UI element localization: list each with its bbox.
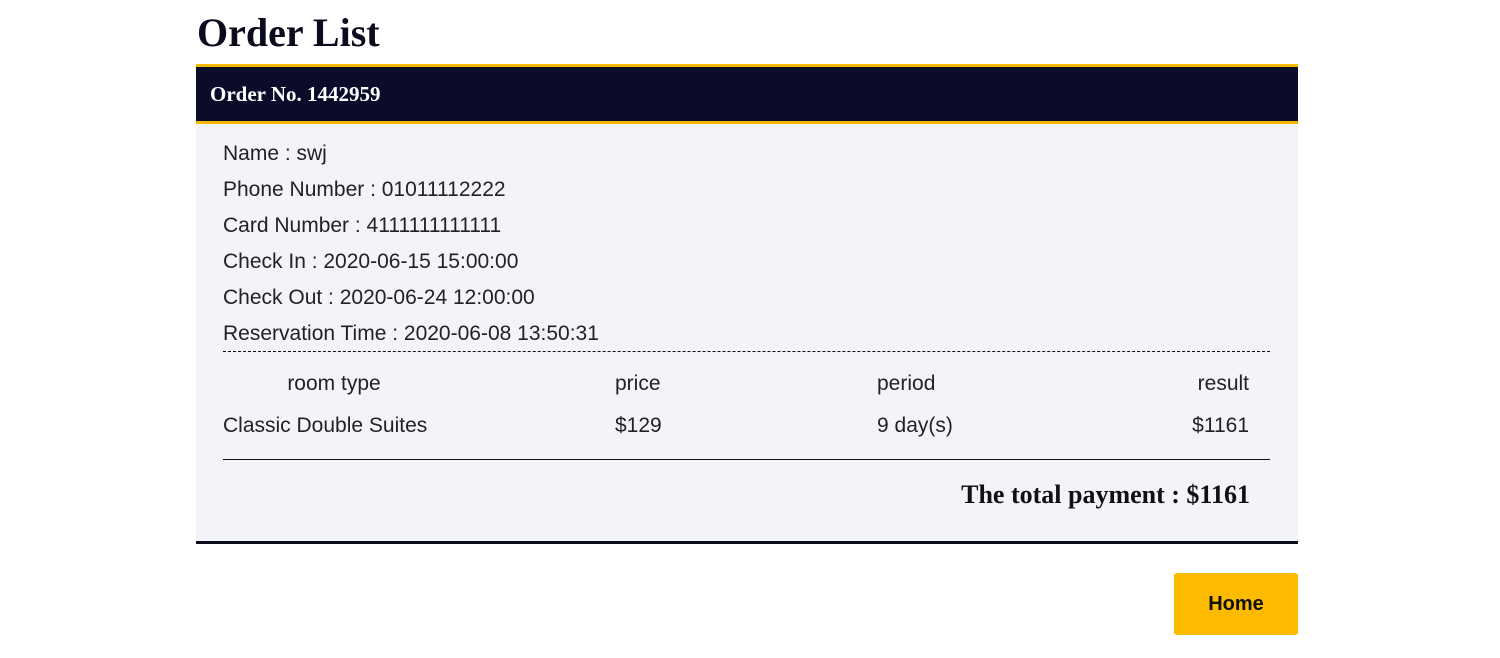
total-payment: The total payment : $1161 — [961, 480, 1250, 509]
header-room-type: room type — [287, 372, 381, 395]
order-items-table: room type price period result Classic Do… — [223, 364, 1249, 448]
dashed-divider — [223, 351, 1270, 352]
page-title: Order List — [197, 10, 380, 55]
order-number: Order No. 1442959 — [210, 82, 381, 106]
solid-divider — [223, 459, 1270, 460]
room-type-cell: Classic Double Suites — [223, 414, 428, 437]
phone-number: Phone Number : 01011112222 — [223, 178, 506, 201]
card-number: Card Number : 4111111111111 — [223, 214, 502, 237]
table-row: Classic Double Suites $129 9 day(s) $116… — [223, 404, 1249, 448]
period-cell: 9 day(s) — [877, 414, 953, 437]
order-card: Order No. 1442959 Name : swj Phone Numbe… — [196, 64, 1298, 544]
price-cell: $129 — [615, 414, 662, 437]
header-price: price — [615, 372, 661, 395]
header-period: period — [877, 372, 936, 395]
table-header-row: room type price period result — [223, 364, 1249, 404]
check-in: Check In : 2020-06-15 15:00:00 — [223, 250, 519, 273]
result-cell: $1161 — [1192, 414, 1249, 437]
order-header: Order No. 1442959 — [196, 64, 1298, 124]
header-result: result — [1197, 372, 1249, 395]
customer-name: Name : swj — [223, 142, 327, 165]
reservation-time: Reservation Time : 2020-06-08 13:50:31 — [223, 322, 599, 345]
order-info-list: Name : swj Phone Number : 01011112222 Ca… — [223, 136, 599, 352]
check-out: Check Out : 2020-06-24 12:00:00 — [223, 286, 535, 309]
home-button[interactable]: Home — [1174, 573, 1298, 635]
